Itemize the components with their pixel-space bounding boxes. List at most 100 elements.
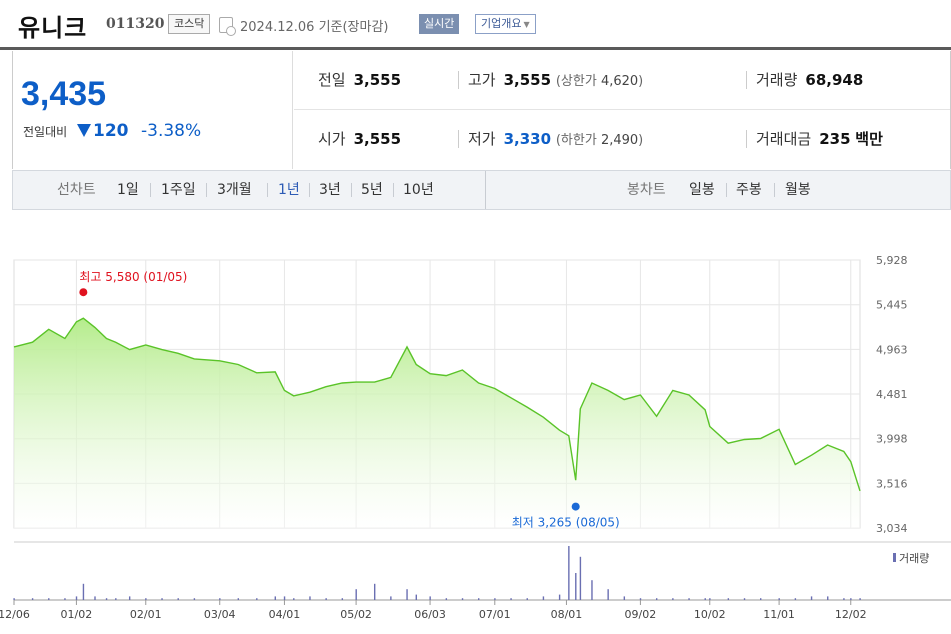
chart-period-tabs: 선차트 1일 1주일 3개월 1년 3년 5년 10년 봉차트 일봉 주봉 월봉 [12,170,951,210]
volume-bar [542,596,545,600]
volume-bar [859,598,861,600]
divider [267,183,268,197]
price-change-percent: -3.38% [141,121,202,141]
volume-bar [688,598,690,600]
open-value: 3,555 [353,130,402,148]
tab-weekly[interactable]: 주봉 [736,171,762,209]
turnover-unit: 백만 [855,130,883,148]
volume-bar [415,594,417,600]
prev-compare-label: 전일대비 [23,125,68,139]
x-tick-label: 05/02 [340,608,372,621]
volume-bar [115,598,117,600]
y-tick-label: 3,516 [876,477,908,490]
tab-1w[interactable]: 1주일 [161,171,196,209]
open-stat: 시가 3,555 [318,110,401,169]
realtime-button[interactable]: 실시간 [419,14,460,34]
price-change: 120 [77,121,129,141]
tab-1d[interactable]: 1일 [117,171,139,209]
volume-bar [445,598,448,600]
low-label: 저가 [468,130,496,148]
divider [393,183,394,197]
stock-code: 011320 [106,16,165,32]
high-annotation: 최고 5,580 (01/05) [79,270,187,284]
tab-daily[interactable]: 일봉 [689,171,715,209]
volume-bar [575,573,577,600]
volume-bar [341,598,344,600]
x-tick-label: 08/01 [551,608,583,621]
tab-monthly[interactable]: 월봉 [785,171,811,209]
low-marker [571,502,580,511]
x-tick-label: 09/02 [625,608,657,621]
divider [351,183,352,197]
y-tick-label: 4,963 [876,343,908,356]
x-tick-label: 11/01 [763,608,795,621]
volume-bar [494,598,496,600]
divider [458,71,459,89]
volume-bar [510,598,512,600]
prev-close-value: 3,555 [353,71,402,89]
volume-bar [325,598,327,600]
current-price: 3,435 [21,75,107,113]
volume-bar [672,598,674,600]
volume-bar [461,598,464,600]
x-tick-label: 07/01 [479,608,511,621]
volume-legend-label: 거래량 [899,552,929,565]
volume-bar [607,589,609,600]
divider [309,183,310,197]
x-tick-label: 02/01 [130,608,162,621]
volume-bar [283,596,286,600]
volume-bar [237,598,240,600]
price-chart[interactable]: 5,928 5,445 4,963 4,481 3,998 3,516 3,034 12/06… [0,210,951,634]
low-stat: 저가 3,330 (하한가 2,490) [468,110,643,169]
volume-bar [591,580,593,600]
volume-bar [219,598,221,600]
turnover-stat: 거래대금 235 백만 [756,110,883,169]
y-tick-label: 4,481 [876,388,908,401]
volume-bar [704,598,706,600]
stats-row-2: 시가 3,555 저가 3,330 (하한가 2,490) 거래대금 235 백만 [294,110,950,169]
company-overview-label: 기업개요 [481,17,522,30]
lower-limit-value: 2,490 [600,133,639,148]
prev-close-label: 전일 [318,71,346,89]
candle-chart-label: 봉차트 [627,182,666,198]
down-triangle-icon [77,124,91,137]
low-value: 3,330 [503,130,552,148]
lower-limit: (하한가 2,490) [555,133,644,148]
upper-limit-value: 4,620 [600,74,639,89]
company-overview-dropdown[interactable]: 기업개요 ▼ [475,14,536,34]
divider [726,183,727,197]
turnover-label: 거래대금 [756,130,812,148]
x-tick-label: 04/01 [269,608,301,621]
divider [746,130,747,148]
tab-5y[interactable]: 5년 [361,171,383,209]
market-badge: 코스닥 [168,14,211,34]
volume-bar [373,583,376,600]
volume-bar [639,598,642,600]
upper-limit: (상한가 4,620) [555,74,644,89]
volume-value: 68,948 [805,71,864,89]
volume-bar [355,589,357,600]
volume-bar [75,596,78,600]
volume-bar [256,598,258,600]
volume-bar [810,596,813,600]
tab-3m[interactable]: 3개월 [217,171,252,209]
volume-bar [727,598,730,600]
tab-10y[interactable]: 10년 [403,171,434,209]
y-tick-label: 3,034 [876,522,908,535]
volume-bar [709,598,711,600]
volume-bar [64,598,66,600]
high-value: 3,555 [503,71,552,89]
x-tick-label: 03/04 [204,608,236,621]
price-chart-svg[interactable]: 5,928 5,445 4,963 4,481 3,998 3,516 3,034 12/06… [0,210,951,634]
x-tick-label: 12/06 [0,608,30,621]
as-of-date: 2024.12.06 기준(장마감) [240,20,389,35]
volume-bar [429,596,431,600]
divider [458,130,459,148]
volume-bar [794,598,797,600]
volume-bar [558,594,561,600]
prev-close-stat: 전일 3,555 [318,51,401,110]
tab-3y[interactable]: 3년 [319,171,341,209]
tab-1y[interactable]: 1년 [278,171,300,209]
chevron-down-icon: ▼ [523,20,530,29]
volume-bar [390,596,392,600]
